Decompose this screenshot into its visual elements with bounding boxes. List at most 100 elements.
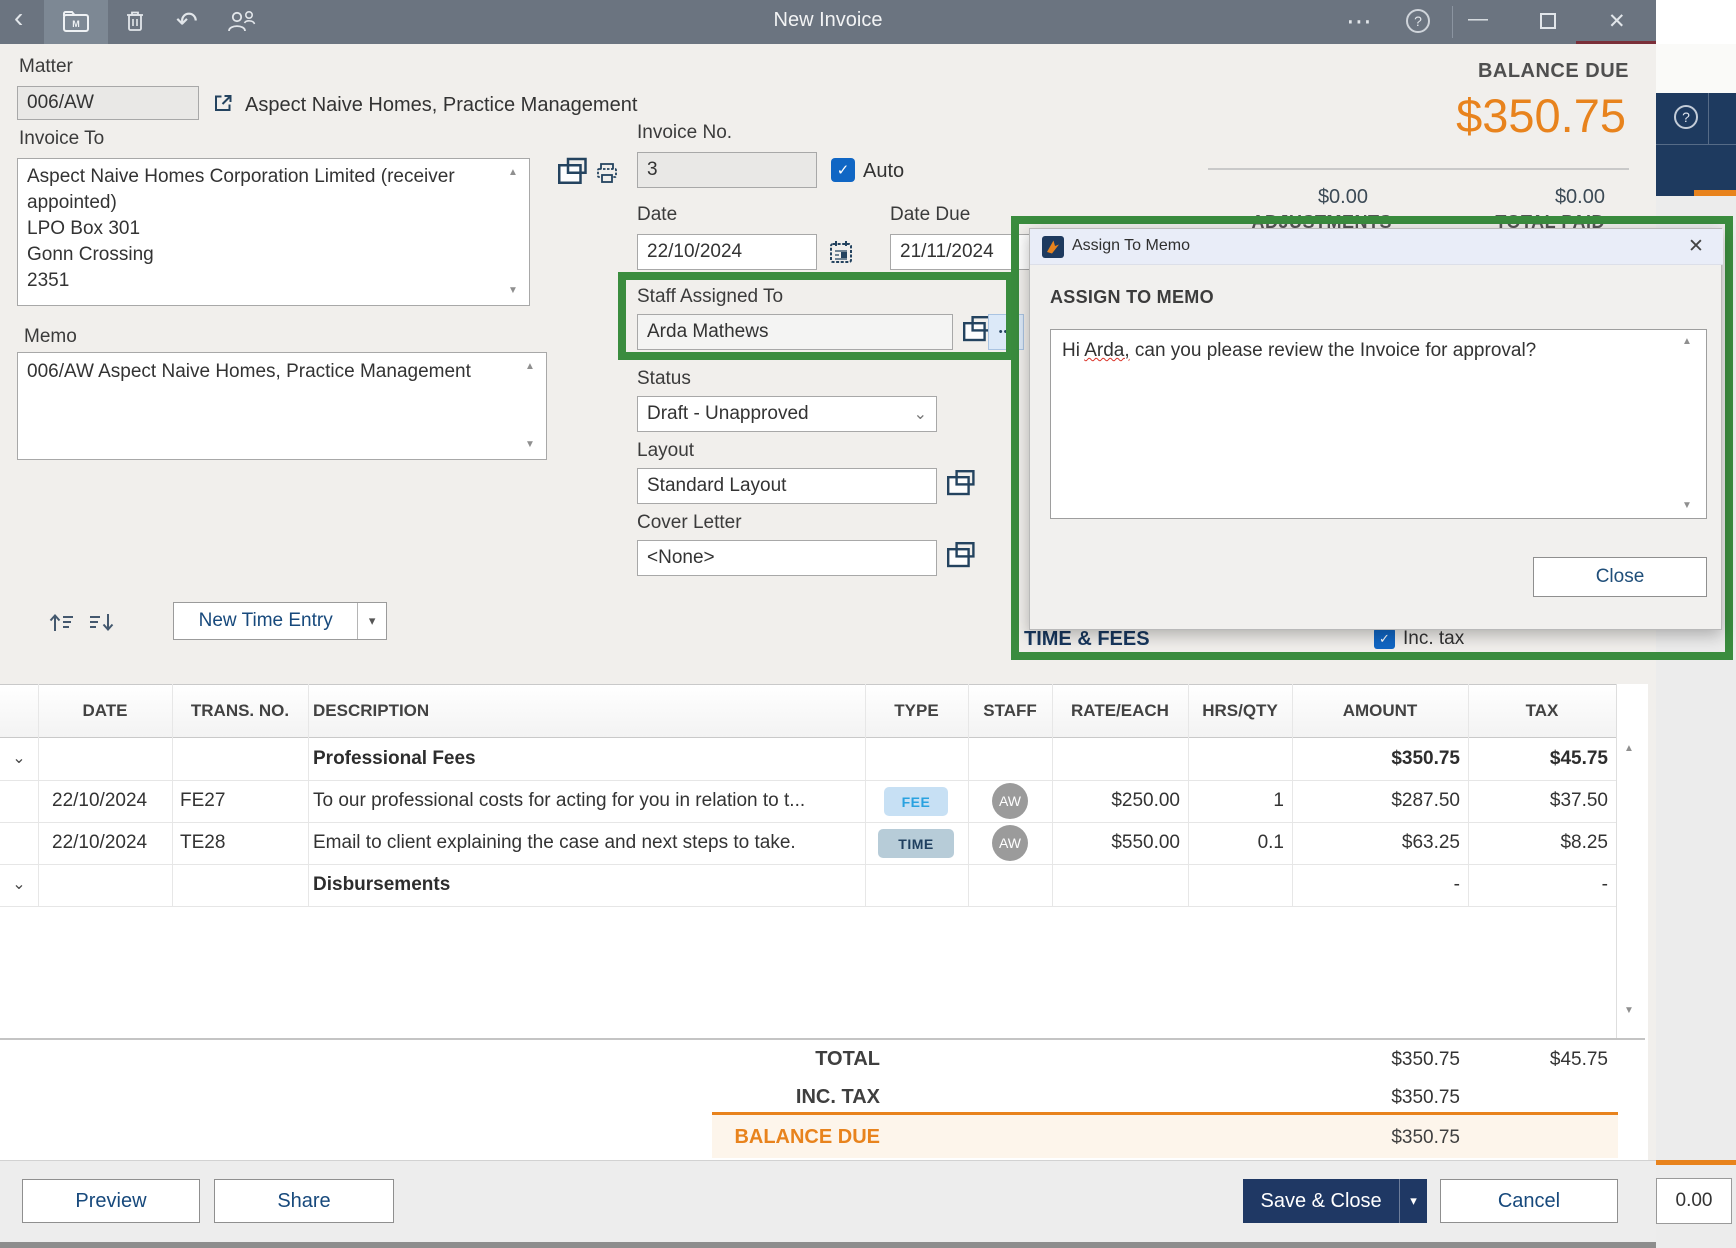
- memo-value: 006/AW Aspect Naive Homes, Practice Mana…: [27, 359, 471, 385]
- cancel-button[interactable]: Cancel: [1440, 1179, 1618, 1223]
- row-fe27-amount[interactable]: $287.50: [1391, 790, 1460, 812]
- memo-textarea[interactable]: 006/AW Aspect Naive Homes, Practice Mana…: [17, 352, 547, 460]
- column-header-staff[interactable]: STAFF: [968, 684, 1052, 738]
- date-input[interactable]: 22/10/2024: [637, 234, 817, 270]
- row-te28-qty[interactable]: 0.1: [1258, 832, 1284, 854]
- invoice-to-textarea[interactable]: Aspect Naive Homes Corporation Limited (…: [17, 158, 530, 306]
- row-te28-rate[interactable]: $550.00: [1111, 832, 1180, 854]
- grid-line: [968, 684, 969, 906]
- save-close-dropdown[interactable]: ▾: [1399, 1179, 1427, 1223]
- row-te28-type-badge[interactable]: TIME: [878, 829, 954, 858]
- save-close-label: Save & Close: [1243, 1179, 1399, 1223]
- row-te28-staff-avatar[interactable]: AW: [992, 825, 1028, 861]
- group-disb-label[interactable]: Disbursements: [313, 864, 450, 906]
- invoice-no-label: Invoice No.: [637, 122, 732, 144]
- open-matter-icon[interactable]: [212, 92, 234, 114]
- group-disb-amount: -: [1454, 874, 1460, 896]
- table-scroll-down-icon[interactable]: ▼: [1624, 1006, 1634, 1016]
- column-header-tax[interactable]: TAX: [1468, 684, 1616, 738]
- row-te28-tax[interactable]: $8.25: [1560, 832, 1608, 854]
- auto-checkbox[interactable]: ✓: [831, 158, 855, 182]
- scroll-down-icon[interactable]: ▼: [508, 286, 518, 296]
- invoice-no-input[interactable]: 3: [637, 152, 817, 188]
- group-fees-label[interactable]: Professional Fees: [313, 738, 476, 780]
- inc-tax-total-amount: $350.75: [1391, 1087, 1460, 1109]
- dialog-close-button[interactable]: Close: [1533, 557, 1707, 597]
- browse-cover-letter-icon[interactable]: [947, 548, 966, 569]
- date-due-value: 21/11/2024: [900, 241, 994, 263]
- column-header-rate-each[interactable]: RATE/EACH: [1052, 684, 1188, 738]
- status-value: Draft - Unapproved: [647, 403, 809, 425]
- row-te28-date[interactable]: 22/10/2024: [52, 832, 147, 854]
- cover-letter-value: <None>: [647, 547, 715, 569]
- row-te28-trans[interactable]: TE28: [180, 832, 225, 854]
- grid-line: [1188, 684, 1189, 906]
- column-header-type[interactable]: TYPE: [865, 684, 968, 738]
- collapse-group-icon[interactable]: ⌄: [0, 864, 38, 906]
- memo-message-textarea[interactable]: Hi Arda, can you please review the Invoi…: [1050, 329, 1707, 519]
- column-header-date[interactable]: DATE: [38, 684, 172, 738]
- dialog-logo-icon: [1042, 236, 1064, 258]
- row-te28-description[interactable]: Email to client explaining the case and …: [313, 832, 796, 854]
- row-fe27-tax[interactable]: $37.50: [1550, 790, 1608, 812]
- browse-layout-icon[interactable]: [947, 476, 966, 497]
- table-scrollbar[interactable]: [1616, 684, 1617, 1038]
- print-icon[interactable]: [594, 160, 620, 186]
- scroll-up-icon[interactable]: ▲: [508, 168, 518, 178]
- collapse-group-icon[interactable]: ⌄: [0, 738, 38, 780]
- close-icon[interactable]: ✕: [1608, 9, 1626, 34]
- totals-divider: [0, 1038, 1645, 1040]
- column-header-hrs-qty[interactable]: HRS/QTY: [1188, 684, 1292, 738]
- help-icon[interactable]: ?: [1406, 9, 1430, 33]
- screen: ‹ M ↶ New Invoice ⋯ ? — ✕: [0, 0, 1736, 1248]
- annotation-staff-assigned: [618, 272, 1014, 360]
- background-window-edge: [1576, 41, 1656, 44]
- preview-button[interactable]: Preview: [22, 1179, 200, 1223]
- share-button[interactable]: Share: [214, 1179, 394, 1223]
- matter-input[interactable]: 006/AW: [17, 86, 199, 120]
- row-fe27-description[interactable]: To our professional costs for acting for…: [313, 790, 805, 812]
- new-time-entry-button[interactable]: New Time Entry ▾: [173, 602, 387, 640]
- background-accent-line: [1656, 1160, 1736, 1165]
- dialog-scroll-down-icon[interactable]: ▼: [1682, 501, 1692, 511]
- dialog-scroll-up-icon[interactable]: ▲: [1682, 337, 1692, 347]
- row-fe27-date[interactable]: 22/10/2024: [52, 790, 162, 812]
- row-te28-amount[interactable]: $63.25: [1402, 832, 1460, 854]
- memo-message-marked: Arda,: [1084, 340, 1129, 361]
- total-tax: $45.75: [1550, 1049, 1608, 1071]
- row-fe27-staff-avatar[interactable]: AW: [992, 783, 1028, 819]
- save-close-button[interactable]: Save & Close ▾: [1243, 1179, 1427, 1223]
- row-fe27-type-badge[interactable]: FEE: [884, 787, 948, 816]
- matter-description: Aspect Naive Homes, Practice Management: [245, 94, 637, 117]
- maximize-icon[interactable]: [1540, 13, 1556, 29]
- more-options-icon[interactable]: ⋯: [1346, 6, 1372, 37]
- calendar-icon[interactable]: [827, 238, 855, 266]
- cover-letter-input[interactable]: <None>: [637, 540, 937, 576]
- dialog-close-icon[interactable]: ✕: [1688, 235, 1704, 258]
- sort-ascending-icon[interactable]: [46, 608, 76, 636]
- row-divider: [0, 780, 1616, 781]
- sort-descending-icon[interactable]: [86, 608, 116, 636]
- status-dropdown[interactable]: Draft - Unapproved ⌄: [637, 396, 937, 432]
- background-help-icon[interactable]: ?: [1674, 105, 1698, 129]
- table-scroll-up-icon[interactable]: ▲: [1624, 744, 1634, 754]
- row-divider: [0, 822, 1616, 823]
- column-header-description[interactable]: DESCRIPTION: [313, 684, 429, 738]
- balance-due-amount: $350.75: [1456, 88, 1626, 143]
- row-fe27-trans[interactable]: FE27: [180, 790, 225, 812]
- memo-scroll-down-icon[interactable]: ▼: [525, 440, 535, 450]
- row-fe27-qty[interactable]: 1: [1273, 790, 1284, 812]
- background-app-band: [1656, 44, 1736, 93]
- layout-input[interactable]: Standard Layout: [637, 468, 937, 504]
- row-fe27-rate[interactable]: $250.00: [1111, 790, 1180, 812]
- status-label: Status: [637, 368, 691, 390]
- column-header-trans-no[interactable]: TRANS. NO.: [172, 684, 308, 738]
- minimize-icon[interactable]: —: [1468, 8, 1488, 31]
- column-header-amount[interactable]: AMOUNT: [1292, 684, 1468, 738]
- new-time-entry-dropdown[interactable]: ▾: [357, 603, 386, 639]
- browse-invoice-to-icon[interactable]: [558, 164, 577, 185]
- group-fees-amount: $350.75: [1391, 748, 1460, 770]
- memo-scroll-up-icon[interactable]: ▲: [525, 362, 535, 372]
- invoice-to-value: Aspect Naive Homes Corporation Limited (…: [27, 164, 503, 294]
- total-label: TOTAL: [815, 1048, 880, 1071]
